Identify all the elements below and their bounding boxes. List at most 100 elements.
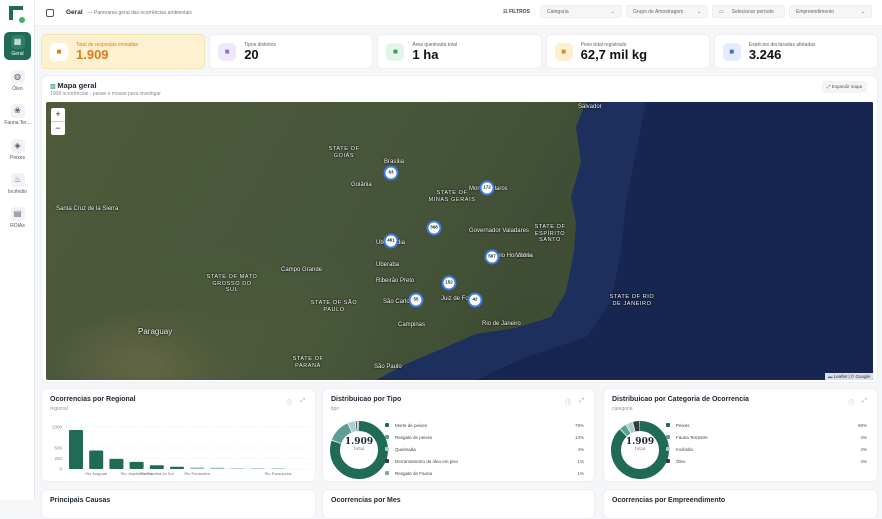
- zoom-in-button[interactable]: +: [51, 108, 65, 121]
- empreendimento-title: Ocorrencias por Empreendimento: [612, 497, 726, 504]
- map-cluster-marker[interactable]: 567: [484, 249, 500, 265]
- legend-pct: 4%: [860, 434, 867, 440]
- grid-icon: ▦: [10, 35, 25, 49]
- bar[interactable]: [250, 468, 265, 469]
- info-icon[interactable]: ⓘ: [848, 398, 854, 407]
- legend-swatch: [666, 447, 670, 451]
- kpi-value: 1.909: [76, 46, 109, 62]
- sidebar-item-incendio[interactable]: ♨ Incêndio: [4, 173, 31, 195]
- expand-icon[interactable]: ⤢: [862, 398, 867, 407]
- kpi-text: Total de respostas enviadas 1.909: [76, 42, 138, 62]
- bar[interactable]: [271, 468, 285, 469]
- legend-label: Peixes: [676, 422, 690, 428]
- map-cluster-marker[interactable]: 368: [426, 220, 442, 236]
- sidebar-item-oleo[interactable]: ◍ Óleo: [4, 70, 31, 92]
- fish-icon: ◈: [10, 139, 25, 153]
- sidebar-item-geral[interactable]: ▦ Geral: [4, 32, 31, 60]
- map-attribution[interactable]: ▬ Leaflet | © Google: [824, 373, 873, 380]
- map-place-label: Campinas: [398, 322, 426, 328]
- sidebar-item-roias[interactable]: ▤ ROIAs: [4, 207, 31, 229]
- kpi-card: ■ Peso total registrado 62,7 mil kg: [545, 34, 710, 69]
- map-place-label: Rio de Janeiro: [482, 321, 521, 327]
- bar[interactable]: [109, 458, 124, 469]
- legend-item: Incêndio 4%: [666, 443, 867, 455]
- regional-bar-chart: 10005002500Rio Araguari Rio Jequitinhonha…: [52, 425, 310, 476]
- bar[interactable]: [190, 467, 205, 469]
- bar[interactable]: [69, 429, 83, 469]
- period-value: Selecionar período: [731, 8, 774, 15]
- causas-card: Principais Causas: [41, 489, 316, 519]
- map-view[interactable]: Salvador Brasília Goiânia Belo Horizonte Rio…: [46, 102, 873, 380]
- sidebar-item-label: Peixes: [9, 155, 25, 161]
- app-logo: [9, 6, 25, 23]
- empreendimento-card: Ocorrencias por Empreendimento: [603, 489, 878, 519]
- map-cluster-marker[interactable]: 152: [441, 275, 457, 291]
- legend-swatch: [666, 435, 670, 439]
- legend-item: Resgate de peixes 13%: [385, 431, 584, 443]
- map-state-label: STATE OF GOIÁS: [328, 146, 360, 159]
- bar[interactable]: [210, 467, 225, 469]
- map-place-label: Vitória: [516, 253, 533, 259]
- map-cluster-marker[interactable]: 42: [467, 292, 483, 308]
- file-icon: ■: [50, 42, 68, 61]
- map-cluster-marker[interactable]: 55: [408, 292, 424, 308]
- categoria-title: Distribuicao por Categoria de Ocorrencia: [612, 396, 749, 403]
- legend-item: Queimada 4%: [385, 443, 584, 455]
- map-cluster-marker[interactable]: 63: [383, 165, 399, 181]
- tipo-total-label: total: [353, 447, 365, 452]
- legend-pct: 79%: [574, 422, 584, 428]
- legend-pct: 1%: [577, 458, 584, 464]
- legend-label: Resgate de peixes: [395, 434, 433, 440]
- causas-title: Principais Causas: [50, 497, 111, 504]
- empreendimento-select[interactable]: Empreendimento ⌄: [789, 5, 872, 18]
- info-icon[interactable]: ⓘ: [565, 398, 571, 407]
- y-tick-label: 500: [54, 446, 62, 451]
- bar[interactable]: [230, 468, 245, 469]
- sidebar-item-peixes[interactable]: ◈ Peixes: [4, 139, 31, 161]
- bar[interactable]: [149, 465, 164, 469]
- map-place-label: Santa Cruz de la Sierra: [56, 206, 119, 212]
- legend-label: Resgate de Fauna: [395, 470, 433, 476]
- sidebar-item-label: Óleo: [12, 86, 23, 92]
- map-title: ▥ Mapa geral: [50, 81, 97, 90]
- mes-title: Ocorrencias por Mes: [331, 497, 401, 504]
- legend-label: Incêndio: [676, 446, 694, 452]
- tipo-chart-card: Distribuicao por Tipo tipo ⓘ ⤢ 1.909 total…: [322, 388, 595, 482]
- y-tick-label: 250: [54, 456, 62, 461]
- top-bar: Geral — Panorama geral das ocorrências a…: [35, 0, 882, 26]
- kpi-card: ■ Espécies declaradas afetadas 3.246: [713, 34, 879, 69]
- map-place-label: Paraguay: [138, 327, 173, 336]
- kpi-text: Peso total registrado 62,7 mil kg: [581, 42, 647, 62]
- grupo-select[interactable]: Grupo de Amostragem ⌄: [626, 5, 708, 18]
- kpi-value: 1 ha: [412, 46, 439, 62]
- legend-item: Derramamento de óleo em piso 1%: [385, 455, 584, 467]
- kpi-text: Área queimada total 1 ha: [412, 42, 457, 62]
- legend-item: Peixes 88%: [666, 419, 867, 431]
- map-subtitle: 1908 ocorrências · passe o mouse para in…: [50, 91, 161, 97]
- legend-swatch: [666, 423, 670, 427]
- bar[interactable]: [170, 466, 184, 469]
- bar[interactable]: [89, 450, 104, 469]
- kpi-text: Tipos distintos 20: [244, 42, 276, 62]
- map-cluster-marker[interactable]: 461: [383, 233, 399, 249]
- categoria-chart-card: Distribuicao por Categoria de Ocorrencia…: [603, 388, 878, 482]
- legend-label: Derramamento de óleo em piso: [395, 458, 459, 464]
- expand-map-button[interactable]: ⤢ Expandir mapa: [821, 81, 867, 93]
- map-card: ▥ Mapa geral 1908 ocorrências · passe o …: [41, 75, 878, 383]
- map-state-label: STATE OF RIO DE JANEIRO: [609, 294, 655, 307]
- tipo-legend: Morte de peixes 79% Resgate de peixes 13% Qu…: [385, 419, 584, 479]
- bar[interactable]: [129, 461, 144, 469]
- species-icon: ■: [722, 42, 741, 61]
- map-cluster-marker[interactable]: 172: [479, 180, 495, 196]
- categoria-subtitle: categoria: [612, 406, 633, 412]
- y-tick-label: 0: [59, 467, 62, 472]
- zoom-out-button[interactable]: −: [51, 121, 65, 135]
- x-tick-label: Rio Paraíba do Sul: [140, 471, 174, 476]
- expand-icon[interactable]: ⤢: [579, 398, 584, 407]
- legend-item: Resgate de Fauna 1%: [385, 467, 584, 479]
- sidebar-toggle-icon[interactable]: [46, 8, 54, 17]
- map-place-label: Uberaba: [376, 262, 400, 268]
- period-picker[interactable]: ▭ Selecionar período: [712, 5, 785, 18]
- sidebar-item-fauna[interactable]: ❀ Fauna Ter...: [4, 104, 31, 126]
- categoria-select[interactable]: Categoria ⌄: [540, 5, 622, 18]
